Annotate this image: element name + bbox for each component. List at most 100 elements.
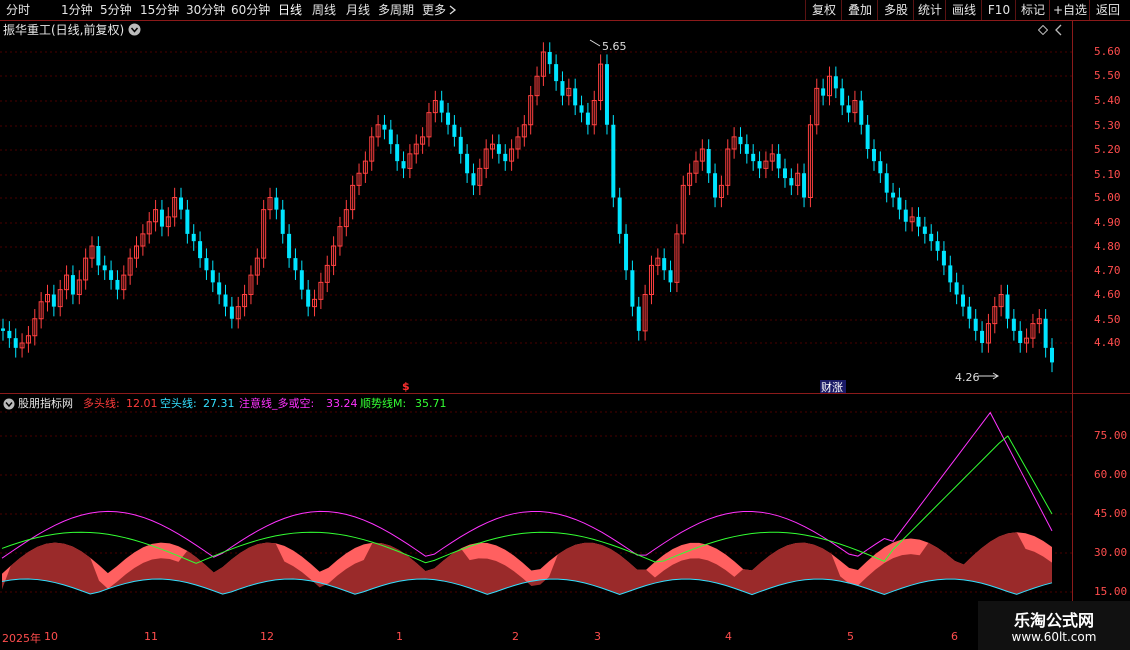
price-tick: 5.60 [1094,45,1121,58]
attention-line-label: 注意线_多或空: [239,397,315,410]
price-tick: 4.40 [1094,336,1121,349]
candle [859,90,864,135]
indicator-name: 股朋指标网 [18,397,73,410]
candle [140,224,146,256]
price-tick: 5.20 [1094,143,1121,156]
candle [554,54,559,91]
price-tick: 4.60 [1094,288,1121,301]
candle [515,127,521,159]
candle [1024,328,1030,353]
candle [763,151,769,179]
candle [306,279,311,317]
long-line-value: 12.01 [126,397,158,410]
candle [699,139,705,171]
candle [967,296,972,329]
candle [852,90,858,123]
candle [458,127,463,164]
candle [903,199,908,232]
candle [102,255,107,280]
indicator-tick: 45.00 [1094,507,1128,520]
candle [871,139,876,171]
candle [617,187,622,244]
price-tick: 5.00 [1094,191,1121,204]
indicator-tick: 30.00 [1094,546,1128,559]
candle [941,241,946,276]
candle [471,163,476,196]
candle [725,139,731,196]
price-tick: 4.90 [1094,216,1121,229]
candle [731,127,737,159]
candle [299,260,304,300]
dollar-marker: $ [402,380,410,393]
short-line-label: 空头线: [160,397,197,410]
candle [807,115,813,208]
indicator-tick: 75.00 [1094,429,1128,442]
chevron-down-icon[interactable] [3,398,15,410]
candle [395,134,400,171]
candle [648,255,654,305]
indicator-area [2,532,1052,595]
price-tick: 5.40 [1094,94,1121,107]
indicator-tick: 15.00 [1094,585,1128,598]
candle [217,272,222,305]
candle [1005,284,1010,329]
high-label: 5.65 [602,40,627,53]
candle [636,296,641,341]
candle [865,115,870,159]
candle [432,90,438,123]
watermark-title: 乐淘公式网 [1013,611,1094,630]
candle [407,144,413,179]
candle [611,115,616,208]
candle [948,255,953,293]
candle [179,187,184,220]
candle [127,248,133,285]
candle [980,321,985,353]
candle [795,163,801,196]
candle [776,144,781,179]
candle [96,236,101,276]
candle [51,284,56,317]
candle [521,115,527,147]
candle [897,187,902,220]
candle [293,248,298,280]
candle [534,66,540,106]
candle [388,119,393,154]
candle [452,115,457,147]
candle [121,265,127,300]
candle [624,224,629,280]
candle [343,199,349,237]
date-label-feb: 2 [512,630,519,643]
candle [439,90,444,123]
price-tick: 4.70 [1094,264,1121,277]
price-tick: 5.10 [1094,168,1121,181]
candle [13,328,18,358]
candle [802,163,807,208]
candle [528,85,534,135]
event-badge[interactable]: 财涨 [821,380,843,394]
candle [598,54,604,111]
candle [172,187,178,227]
candle [382,115,387,140]
candle [973,309,978,341]
candle [840,78,845,116]
candle [668,260,673,293]
candle [846,95,851,123]
watermark: 乐淘公式网 www.60lt.com [978,601,1130,650]
candle [789,168,794,196]
trend-line-value: 35.71 [415,397,447,410]
candle [687,163,693,196]
date-label-nov: 11 [144,630,158,643]
candlestick-series [1,42,1054,373]
candle [274,187,279,220]
candle [483,139,489,179]
candle [7,321,12,348]
candle [674,224,680,293]
candle [1011,309,1016,341]
attention-line-value: 33.24 [326,397,358,410]
candle [540,42,546,86]
candle [57,279,63,317]
chart-canvas[interactable]: 5.65 4.26 $ 财涨 [0,0,1130,650]
price-grid [0,51,1072,593]
candle [547,42,552,74]
candle [198,231,203,268]
